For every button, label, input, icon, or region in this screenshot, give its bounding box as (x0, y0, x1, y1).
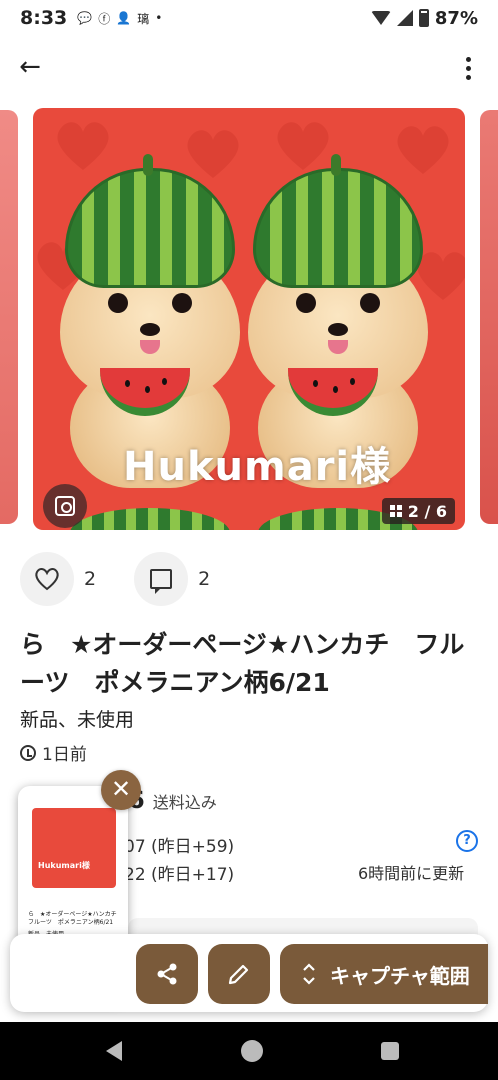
grid-icon (389, 505, 402, 517)
edit-button[interactable] (208, 944, 270, 1004)
battery-level: 87% (434, 7, 478, 29)
capture-range-label: キャプチャ範囲 (330, 963, 470, 988)
comment-count: 2 (198, 568, 211, 590)
updated-time: 6時間前に更新 (358, 864, 465, 883)
image-counter: 2 / 6 (407, 501, 447, 521)
views-stat: 07 (昨日+59) (124, 837, 235, 857)
more-vertical-icon (465, 56, 471, 62)
likes-stat: 22 (昨日+17) (124, 865, 235, 885)
app-bar: ← (0, 44, 498, 90)
posted-time: 1日前 (20, 740, 87, 765)
like-count: 2 (84, 568, 97, 590)
share-button[interactable] (136, 944, 198, 1004)
screenshot-action-bar: キャプチャ範囲 (10, 934, 488, 1012)
price-row: 6 送料込み (128, 786, 217, 814)
back-button[interactable]: ← (14, 52, 46, 84)
image-counter-badge: 2 / 6 (381, 498, 455, 524)
posted-time-label: 1日前 (42, 745, 87, 765)
listing-title: ら ★オーダーページ★ハンカチ フルーツ ポメラニアン柄6/21 (20, 630, 465, 697)
arrow-left-icon: ← (19, 52, 41, 82)
battery-icon (418, 9, 429, 27)
system-navigation-bar (0, 1022, 498, 1080)
facebook-icon: ⓕ (98, 11, 111, 26)
heart-decoration (57, 122, 109, 170)
comment-icon (150, 569, 173, 594)
pencil-icon (228, 964, 249, 985)
product-image[interactable]: Hukumari様 2 / 6 (33, 108, 465, 530)
dot-icon: • (155, 11, 163, 25)
previous-image-peek[interactable] (0, 110, 18, 524)
nav-recents-icon[interactable] (381, 1042, 399, 1060)
kanji-notification-icon: 璃 (137, 11, 150, 26)
notification-icons: 💬 ⓕ 👤 璃 • (77, 10, 162, 27)
next-image-peek[interactable] (480, 110, 498, 524)
wifi-icon (370, 11, 391, 25)
nav-back-icon[interactable] (106, 1041, 122, 1061)
comment-button[interactable] (134, 552, 189, 606)
image-overlay-text: Hukumari様 (123, 444, 392, 490)
status-bar: 8:33 💬 ⓕ 👤 璃 • 87% (0, 0, 498, 36)
expand-vertical-icon (303, 963, 315, 985)
shipping-label: 送料込み (152, 793, 217, 812)
message-icon: 💬 (77, 11, 93, 25)
capture-range-button[interactable]: キャプチャ範囲 (280, 944, 488, 1004)
status-time: 8:33 (20, 7, 68, 29)
like-button[interactable] (20, 552, 74, 606)
heart-icon (35, 568, 59, 591)
reactions-row: 2 2 (20, 552, 238, 606)
heart-decoration (277, 122, 329, 170)
close-preview-button[interactable]: ✕ (101, 770, 141, 810)
share-icon (155, 962, 179, 986)
image-search-button[interactable] (43, 484, 87, 528)
system-status: 87% (370, 7, 478, 29)
preview-title: ら ★オーダーページ★ハンカチ フルーツ ポメラニアン柄6/21 (28, 911, 123, 926)
item-condition: 新品、未使用 (20, 709, 135, 731)
signal-icon (396, 10, 413, 26)
nav-home-icon[interactable] (241, 1040, 263, 1062)
clock-icon (20, 744, 36, 761)
more-options-button[interactable] (452, 52, 484, 84)
image-search-icon (55, 496, 75, 516)
image-carousel[interactable]: Hukumari様 2 / 6 (0, 102, 498, 532)
preview-overlay-text: Hukumari様 (38, 861, 90, 870)
help-icon[interactable]: ? (456, 830, 478, 852)
preview-image: Hukumari様 (32, 808, 116, 888)
person-add-icon: 👤 (116, 11, 132, 25)
close-icon: ✕ (110, 775, 132, 803)
